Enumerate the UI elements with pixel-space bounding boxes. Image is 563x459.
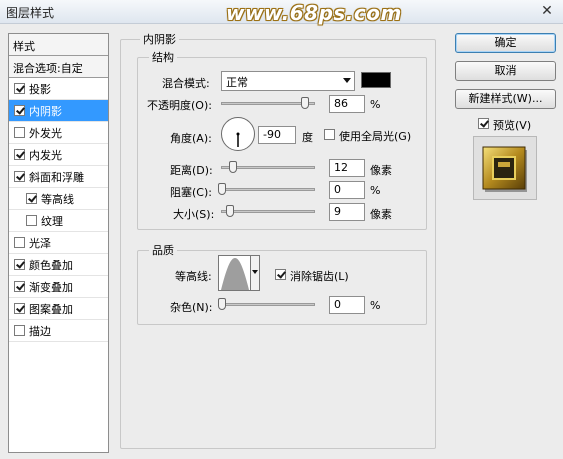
- preview-checkbox[interactable]: [478, 118, 489, 129]
- choke-label: 阻塞(C):: [170, 186, 212, 199]
- size-slider[interactable]: [221, 210, 315, 213]
- global-light-label: 使用全局光(G): [339, 130, 412, 143]
- angle-input[interactable]: -90: [258, 126, 296, 144]
- style-item-checkbox[interactable]: [14, 259, 25, 270]
- style-item-checkbox[interactable]: [14, 83, 25, 94]
- noise-slider[interactable]: [221, 303, 315, 306]
- distance-unit: 像素: [370, 164, 392, 177]
- styles-list: 样式 混合选项:自定 投影内阴影外发光内发光斜面和浮雕等高线纹理光泽颜色叠加渐变…: [8, 33, 109, 453]
- chevron-down-icon: [252, 270, 258, 274]
- opacity-input[interactable]: 86: [329, 95, 365, 113]
- style-item-label: 内阴影: [29, 104, 62, 118]
- style-item[interactable]: 斜面和浮雕: [9, 166, 108, 188]
- contour-curve-icon: [221, 258, 249, 290]
- style-item-label: 投影: [29, 82, 51, 96]
- antialias-checkbox[interactable]: [275, 269, 286, 280]
- style-item[interactable]: 颜色叠加: [9, 254, 108, 276]
- distance-label: 距离(D):: [170, 164, 213, 177]
- shadow-color-swatch[interactable]: [361, 72, 391, 88]
- style-item-label: 斜面和浮雕: [29, 170, 84, 184]
- choke-input[interactable]: 0: [329, 181, 365, 199]
- style-item[interactable]: 光泽: [9, 232, 108, 254]
- choke-unit: %: [370, 184, 381, 197]
- angle-dial[interactable]: [221, 117, 255, 151]
- style-item-checkbox[interactable]: [14, 281, 25, 292]
- style-item[interactable]: 描边: [9, 320, 108, 342]
- noise-slider-thumb[interactable]: [218, 298, 226, 310]
- ok-button[interactable]: 确定: [455, 33, 556, 53]
- close-icon[interactable]: ✕: [537, 4, 557, 20]
- structure-title: 结构: [149, 49, 177, 65]
- choke-slider-thumb[interactable]: [218, 183, 226, 195]
- size-slider-thumb[interactable]: [226, 205, 234, 217]
- quality-title: 品质: [149, 242, 177, 258]
- style-item[interactable]: 渐变叠加: [9, 276, 108, 298]
- style-item-label: 外发光: [29, 126, 62, 140]
- window-title: 图层样式: [6, 6, 55, 20]
- style-item-checkbox[interactable]: [14, 237, 25, 248]
- preview-image: [482, 146, 527, 192]
- angle-label: 角度(A):: [170, 132, 212, 145]
- blend-mode-value: 正常: [226, 76, 248, 89]
- style-item-label: 光泽: [29, 236, 51, 250]
- style-item[interactable]: 投影: [9, 78, 108, 100]
- style-item[interactable]: 等高线: [9, 188, 108, 210]
- style-items: 投影内阴影外发光内发光斜面和浮雕等高线纹理光泽颜色叠加渐变叠加图案叠加描边: [9, 78, 108, 342]
- size-unit: 像素: [370, 208, 392, 221]
- chevron-down-icon: [343, 78, 351, 83]
- distance-input[interactable]: 12: [329, 159, 365, 177]
- style-item-label: 图案叠加: [29, 302, 73, 316]
- style-item-label: 等高线: [41, 192, 74, 206]
- style-item-checkbox[interactable]: [14, 325, 25, 336]
- opacity-unit: %: [370, 98, 381, 111]
- new-style-button[interactable]: 新建样式(W)...: [455, 89, 556, 109]
- style-item-checkbox[interactable]: [26, 193, 37, 204]
- style-item[interactable]: 外发光: [9, 122, 108, 144]
- contour-label: 等高线:: [175, 270, 212, 283]
- style-preview-thumbnail: [473, 136, 537, 200]
- style-item-checkbox[interactable]: [14, 105, 25, 116]
- cancel-button[interactable]: 取消: [455, 61, 556, 81]
- style-item-label: 颜色叠加: [29, 258, 73, 272]
- blend-mode-select[interactable]: 正常: [221, 71, 355, 91]
- distance-slider-thumb[interactable]: [229, 161, 237, 173]
- opacity-label: 不透明度(O):: [147, 99, 212, 112]
- contour-preview[interactable]: [218, 255, 252, 291]
- style-item[interactable]: 内阴影: [9, 100, 108, 122]
- styles-header[interactable]: 样式: [9, 34, 108, 56]
- style-item[interactable]: 纹理: [9, 210, 108, 232]
- style-item-label: 内发光: [29, 148, 62, 162]
- contour-dropdown[interactable]: [250, 255, 260, 291]
- antialias-label: 消除锯齿(L): [290, 270, 349, 283]
- style-item-checkbox[interactable]: [14, 171, 25, 182]
- style-item-checkbox[interactable]: [14, 303, 25, 314]
- angle-unit: 度: [302, 131, 313, 144]
- blend-mode-label: 混合模式:: [162, 77, 210, 90]
- style-item-checkbox[interactable]: [14, 127, 25, 138]
- noise-unit: %: [370, 299, 381, 312]
- noise-input[interactable]: 0: [329, 296, 365, 314]
- style-item-label: 渐变叠加: [29, 280, 73, 294]
- watermark-logo: www.68ps.com: [226, 1, 402, 25]
- opacity-slider-thumb[interactable]: [301, 97, 309, 109]
- angle-needle-icon: [236, 132, 240, 147]
- size-label: 大小(S):: [173, 208, 215, 221]
- style-item[interactable]: 内发光: [9, 144, 108, 166]
- preview-label: 预览(V): [493, 119, 532, 132]
- style-item-label: 纹理: [41, 214, 63, 228]
- noise-label: 杂色(N):: [170, 301, 213, 314]
- title-bar: 图层样式 www.68ps.com ✕: [0, 0, 563, 25]
- global-light-checkbox[interactable]: [324, 129, 335, 140]
- blend-options-item[interactable]: 混合选项:自定: [9, 56, 108, 78]
- style-item[interactable]: 图案叠加: [9, 298, 108, 320]
- style-item-checkbox[interactable]: [26, 215, 37, 226]
- style-item-label: 描边: [29, 324, 51, 338]
- choke-slider[interactable]: [221, 188, 315, 191]
- inner-shadow-title: 内阴影: [140, 31, 179, 47]
- style-item-checkbox[interactable]: [14, 149, 25, 160]
- size-input[interactable]: 9: [329, 203, 365, 221]
